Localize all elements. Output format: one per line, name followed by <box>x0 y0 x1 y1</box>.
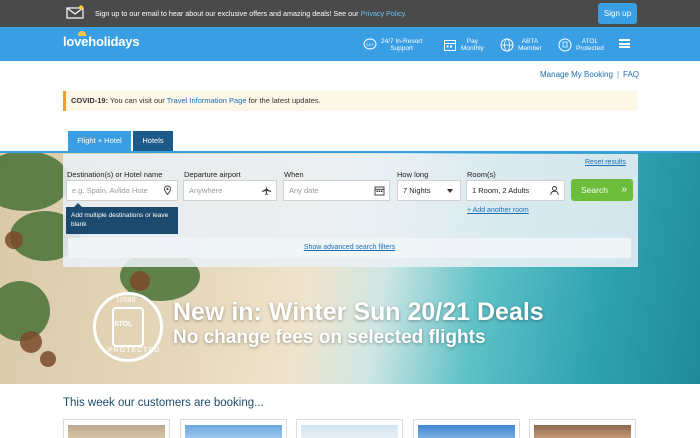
booking-card[interactable] <box>63 419 170 438</box>
person-icon <box>550 186 559 196</box>
booking-card[interactable] <box>529 419 636 438</box>
howlong-label: How long <box>397 170 429 179</box>
hamburger-menu-icon[interactable] <box>619 39 630 48</box>
signup-message: Sign up to our email to hear about our e… <box>95 9 407 18</box>
promo-headline[interactable]: New in: Winter Sun 20/21 Deals <box>173 298 544 327</box>
site-logo[interactable]: loveholidays <box>63 34 140 49</box>
rooms-label: Room(s) <box>467 170 496 179</box>
chevron-down-icon <box>447 189 453 193</box>
calendar-icon <box>374 186 385 196</box>
header-atol: ATOL Protected <box>558 35 604 55</box>
promo-subheadline[interactable]: No change fees on selected flights <box>173 327 486 349</box>
header-pay-monthly: Pay Monthly <box>443 35 484 55</box>
atol-shield-icon <box>558 38 572 52</box>
search-tabs: Flight + Hotel Hotels <box>68 131 175 151</box>
header-support: 24/7 24/7 In-Resort Support <box>363 35 422 55</box>
email-signup-bar: Sign up to our email to hear about our e… <box>0 0 700 27</box>
travel-info-link[interactable]: Travel Information Page <box>167 96 247 105</box>
add-another-room-link[interactable]: + Add another room <box>467 207 529 214</box>
covid-notice: COVID-19: You can visit our Travel Infor… <box>63 91 637 111</box>
destination-tooltip: Add multiple destinations or leave blank <box>66 203 178 234</box>
envelope-icon <box>66 5 84 19</box>
faq-link[interactable]: FAQ <box>623 70 639 79</box>
site-header: loveholidays 24/7 24/7 In-Resort Support … <box>0 27 700 61</box>
atol-protected-badge: 10589 ATOL PROTECTED <box>93 292 163 362</box>
svg-text:24/7: 24/7 <box>366 42 375 47</box>
calendar-icon <box>444 40 456 51</box>
customers-booking-heading: This week our customers are booking... <box>63 397 264 409</box>
chat-support-icon: 24/7 <box>363 38 377 50</box>
howlong-select[interactable]: 7 Nights <box>397 180 461 201</box>
rooms-select[interactable]: 1 Room, 2 Adults <box>466 180 565 201</box>
search-button[interactable]: Search » <box>571 179 633 201</box>
double-chevron-right-icon: » <box>621 184 627 195</box>
departure-label: Departure airport <box>184 170 241 179</box>
header-abta: ABTA Member <box>500 35 542 55</box>
reset-results-link[interactable]: Reset results <box>585 159 626 166</box>
location-pin-icon <box>164 185 171 196</box>
tab-flight-hotel[interactable]: Flight + Hotel <box>68 131 131 151</box>
manage-booking-link[interactable]: Manage My Booking <box>540 70 613 79</box>
advanced-search-filters-link[interactable]: Show advanced search filters <box>68 238 631 258</box>
account-links: Manage My Booking | FAQ <box>540 70 640 79</box>
departure-airport-input[interactable]: Anywhere <box>183 180 277 201</box>
booking-card[interactable] <box>296 419 403 438</box>
booking-card[interactable] <box>180 419 287 438</box>
globe-icon <box>500 38 514 52</box>
booking-card[interactable] <box>413 419 520 438</box>
signup-button[interactable]: Sign up <box>598 3 637 24</box>
privacy-policy-link[interactable]: Privacy Policy. <box>361 9 407 18</box>
when-date-input[interactable]: Any date <box>283 180 390 201</box>
airplane-icon <box>262 186 271 195</box>
tab-hotels[interactable]: Hotels <box>133 131 173 151</box>
hero-divider <box>0 151 700 153</box>
destination-label: Destination(s) or Hotel name <box>67 170 163 179</box>
destination-input[interactable]: e.g. Spain, Avlida Hote <box>66 180 178 201</box>
when-label: When <box>284 170 304 179</box>
